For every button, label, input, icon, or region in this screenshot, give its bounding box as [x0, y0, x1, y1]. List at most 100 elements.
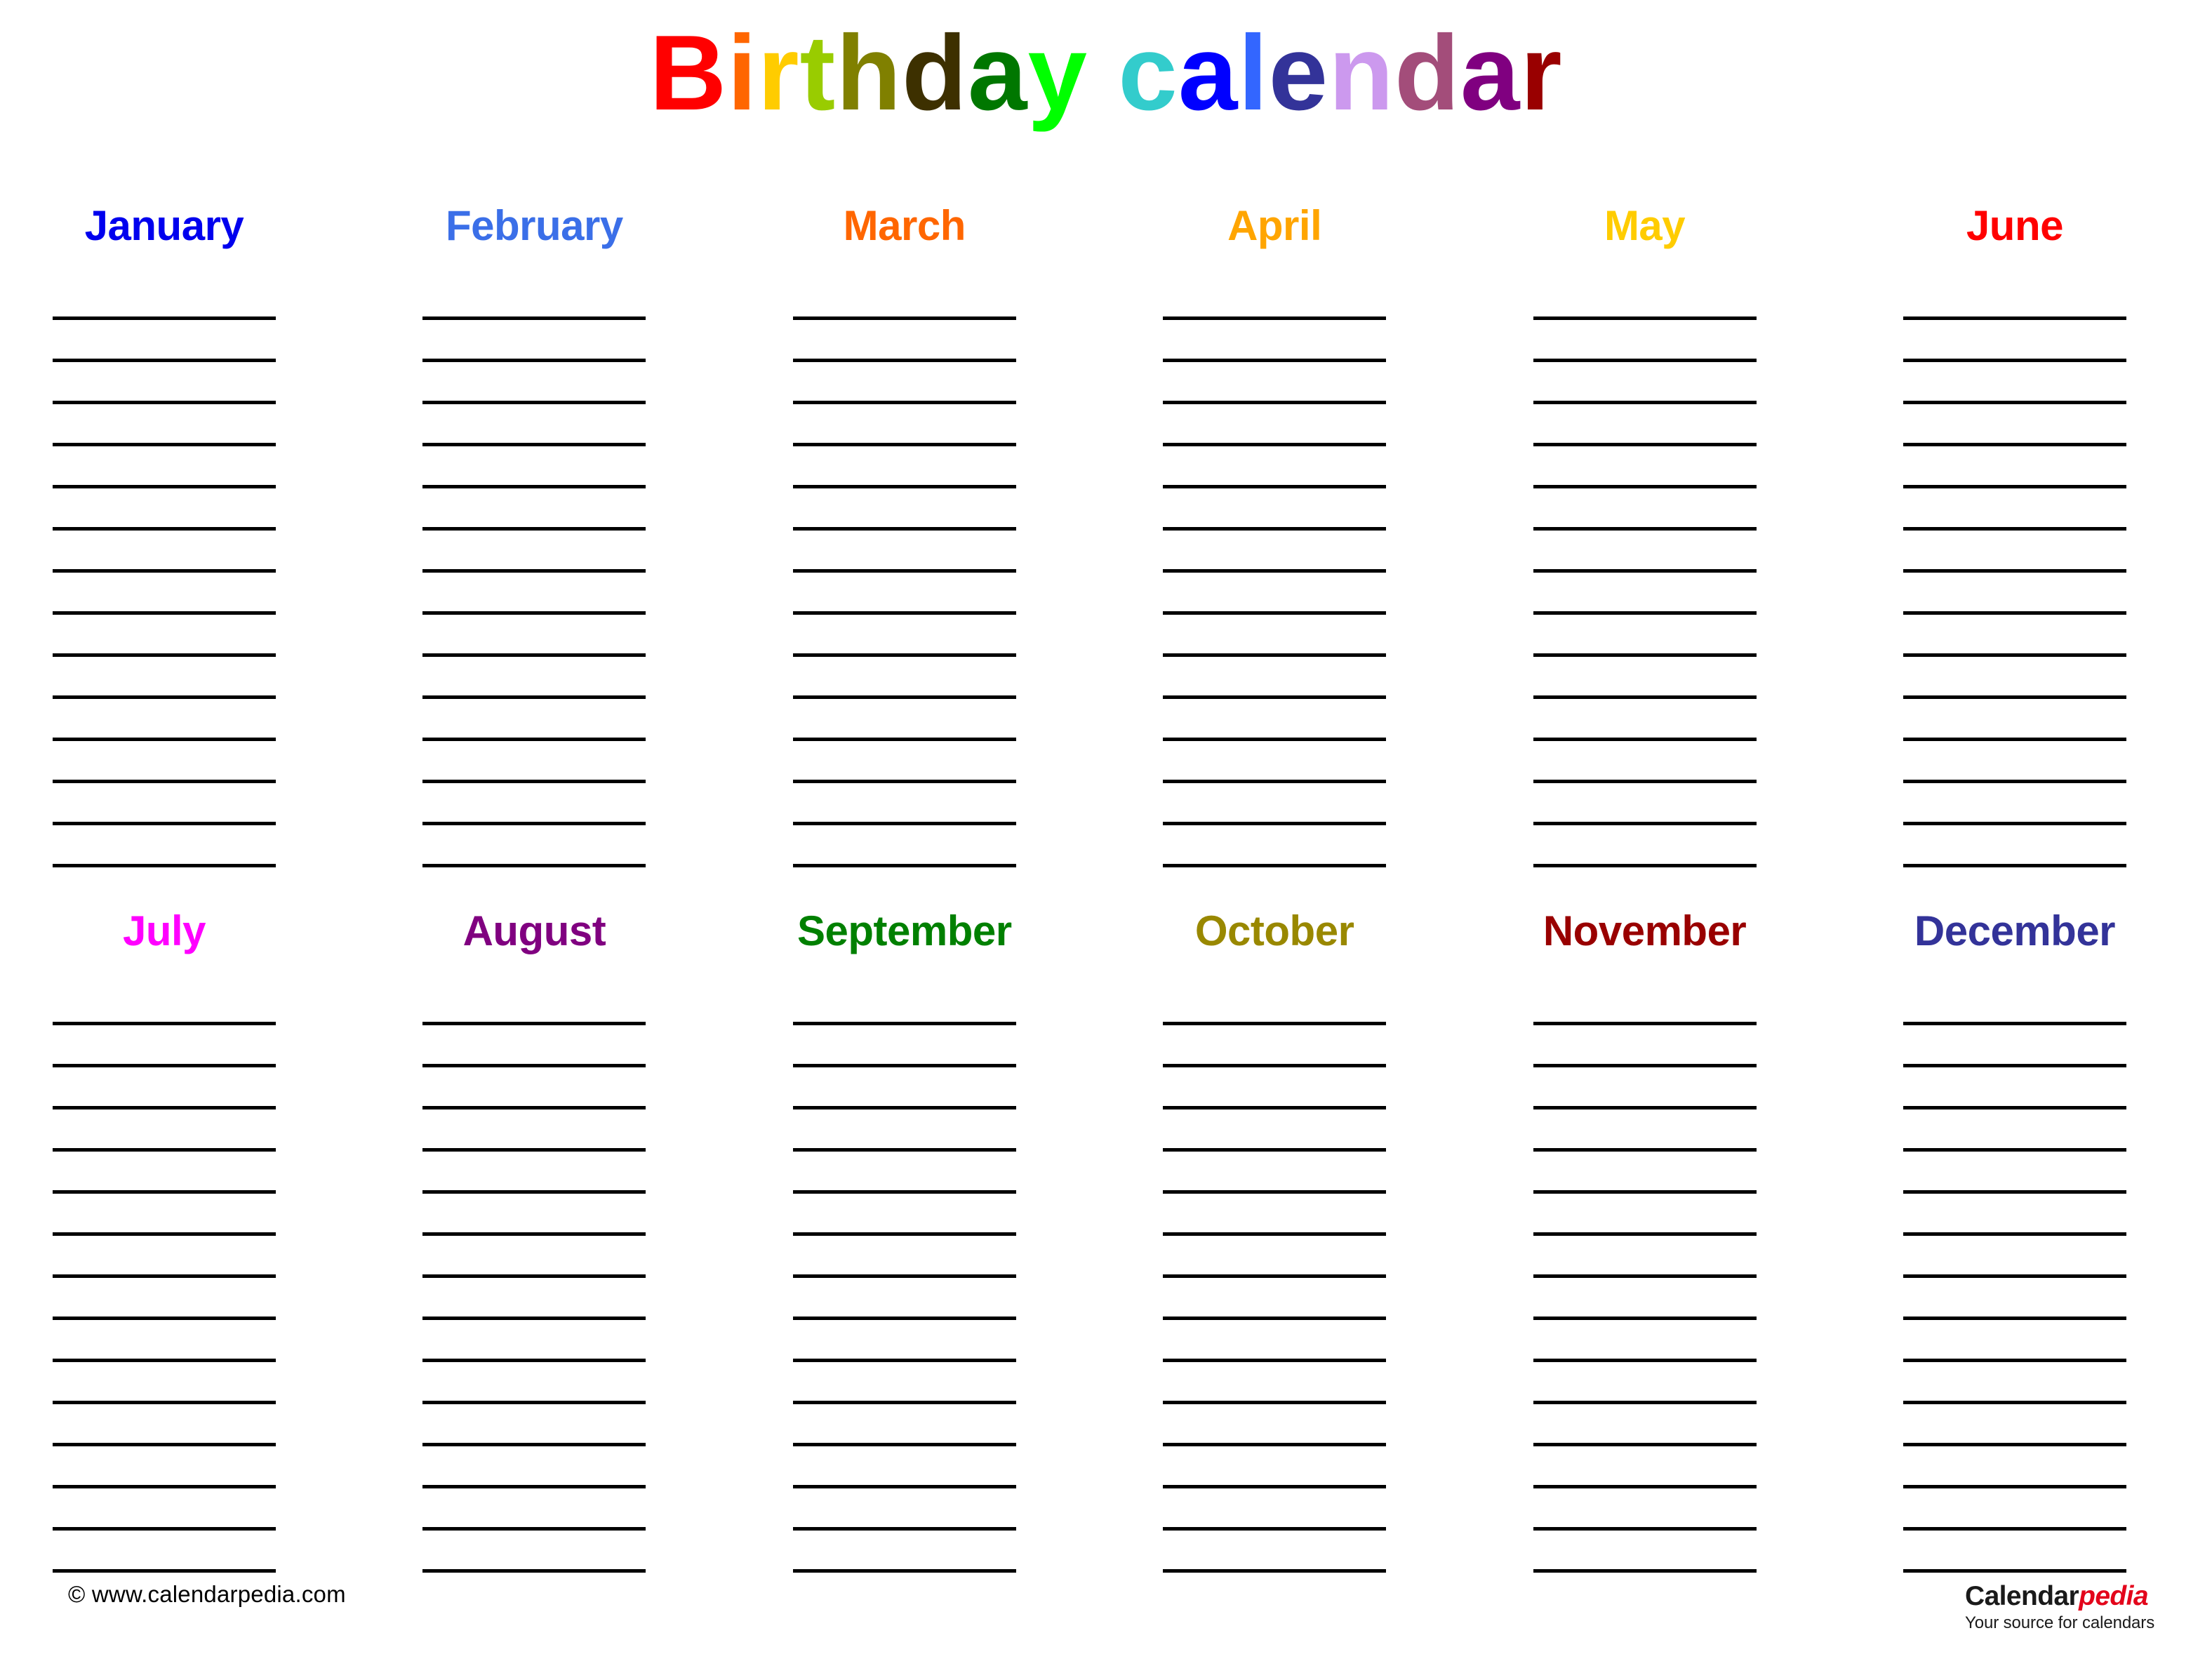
entry-line[interactable] [422, 531, 646, 573]
entry-line[interactable] [53, 1320, 276, 1362]
entry-line[interactable] [422, 1109, 646, 1152]
entry-line[interactable] [1533, 1194, 1757, 1236]
entry-line[interactable] [53, 320, 276, 362]
entry-line[interactable] [1903, 1531, 2126, 1573]
entry-line[interactable] [53, 573, 276, 615]
entry-line[interactable] [422, 783, 646, 825]
entry-line[interactable] [422, 699, 646, 741]
entry-line[interactable] [1903, 699, 2126, 741]
entry-line[interactable] [1533, 615, 1757, 657]
entry-line[interactable] [1163, 783, 1387, 825]
entry-line[interactable] [53, 1025, 276, 1067]
entry-line[interactable] [1533, 1488, 1757, 1531]
entry-line[interactable] [53, 446, 276, 488]
entry-line[interactable] [422, 615, 646, 657]
entry-line[interactable] [422, 1404, 646, 1446]
entry-line[interactable] [792, 1236, 1016, 1278]
entry-line[interactable] [792, 1278, 1016, 1320]
entry-line[interactable] [1163, 488, 1387, 531]
entry-line[interactable] [1163, 446, 1387, 488]
entry-line[interactable] [422, 362, 646, 404]
entry-line[interactable] [792, 1446, 1016, 1488]
entry-line[interactable] [1163, 699, 1387, 741]
entry-line[interactable] [1533, 825, 1757, 867]
entry-line[interactable] [1163, 825, 1387, 867]
entry-line[interactable] [1163, 1067, 1387, 1109]
entry-line[interactable] [1533, 1531, 1757, 1573]
entry-line[interactable] [1903, 404, 2126, 446]
entry-line[interactable] [1163, 1404, 1387, 1446]
entry-line[interactable] [422, 1194, 646, 1236]
entry-line[interactable] [422, 404, 646, 446]
entry-line[interactable] [1903, 983, 2126, 1025]
entry-line[interactable] [1903, 573, 2126, 615]
entry-line[interactable] [1903, 825, 2126, 867]
entry-line[interactable] [53, 531, 276, 573]
entry-line[interactable] [1903, 741, 2126, 783]
entry-line[interactable] [1533, 362, 1757, 404]
entry-line[interactable] [53, 741, 276, 783]
entry-line[interactable] [1163, 278, 1387, 320]
entry-line[interactable] [53, 699, 276, 741]
entry-line[interactable] [422, 1152, 646, 1194]
entry-line[interactable] [1533, 531, 1757, 573]
entry-line[interactable] [422, 488, 646, 531]
entry-line[interactable] [1903, 278, 2126, 320]
entry-line[interactable] [53, 1404, 276, 1446]
entry-line[interactable] [792, 488, 1016, 531]
entry-line[interactable] [1163, 1488, 1387, 1531]
entry-line[interactable] [53, 615, 276, 657]
entry-line[interactable] [1163, 615, 1387, 657]
entry-line[interactable] [53, 1446, 276, 1488]
entry-line[interactable] [1533, 657, 1757, 699]
entry-line[interactable] [792, 1067, 1016, 1109]
entry-line[interactable] [1533, 1278, 1757, 1320]
entry-line[interactable] [1163, 1320, 1387, 1362]
entry-line[interactable] [1903, 1152, 2126, 1194]
entry-line[interactable] [422, 1025, 646, 1067]
entry-line[interactable] [53, 404, 276, 446]
entry-line[interactable] [1163, 573, 1387, 615]
entry-line[interactable] [1163, 657, 1387, 699]
entry-line[interactable] [53, 1152, 276, 1194]
entry-line[interactable] [1533, 573, 1757, 615]
entry-line[interactable] [792, 741, 1016, 783]
entry-line[interactable] [1903, 1067, 2126, 1109]
entry-line[interactable] [1533, 278, 1757, 320]
entry-line[interactable] [1533, 699, 1757, 741]
entry-line[interactable] [1533, 1025, 1757, 1067]
entry-line[interactable] [792, 825, 1016, 867]
entry-line[interactable] [422, 741, 646, 783]
entry-line[interactable] [422, 825, 646, 867]
entry-line[interactable] [1163, 362, 1387, 404]
entry-line[interactable] [1163, 1236, 1387, 1278]
entry-line[interactable] [1903, 531, 2126, 573]
entry-line[interactable] [1903, 488, 2126, 531]
entry-line[interactable] [1163, 741, 1387, 783]
entry-line[interactable] [53, 983, 276, 1025]
entry-line[interactable] [792, 573, 1016, 615]
entry-line[interactable] [1903, 1488, 2126, 1531]
entry-line[interactable] [1903, 1446, 2126, 1488]
entry-line[interactable] [422, 1362, 646, 1404]
entry-line[interactable] [792, 1109, 1016, 1152]
entry-line[interactable] [53, 825, 276, 867]
entry-line[interactable] [1533, 488, 1757, 531]
entry-line[interactable] [422, 1531, 646, 1573]
entry-line[interactable] [1163, 1531, 1387, 1573]
entry-line[interactable] [1903, 446, 2126, 488]
entry-line[interactable] [1903, 1320, 2126, 1362]
entry-line[interactable] [1163, 983, 1387, 1025]
entry-line[interactable] [422, 983, 646, 1025]
entry-line[interactable] [1163, 1446, 1387, 1488]
entry-line[interactable] [1533, 446, 1757, 488]
entry-line[interactable] [422, 1320, 646, 1362]
entry-line[interactable] [792, 278, 1016, 320]
entry-line[interactable] [1533, 741, 1757, 783]
entry-line[interactable] [1903, 1278, 2126, 1320]
entry-line[interactable] [792, 699, 1016, 741]
entry-line[interactable] [792, 783, 1016, 825]
entry-line[interactable] [422, 1067, 646, 1109]
entry-line[interactable] [53, 488, 276, 531]
entry-line[interactable] [1903, 362, 2126, 404]
